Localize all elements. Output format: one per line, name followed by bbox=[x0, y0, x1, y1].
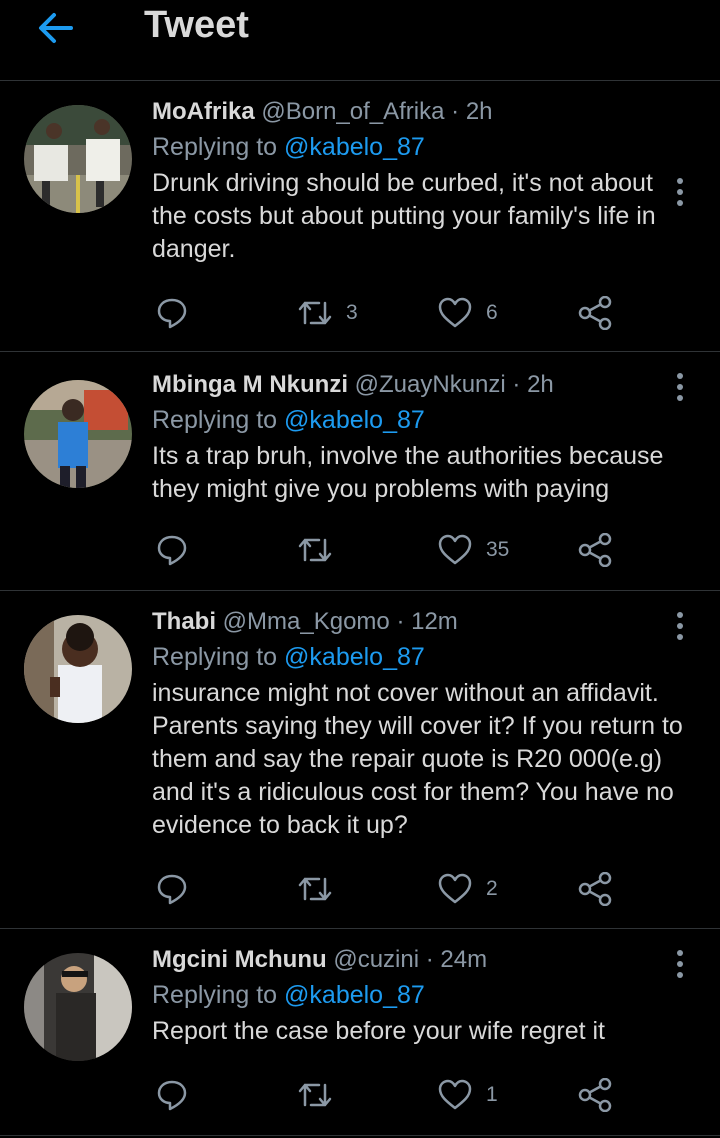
retweet-count: 3 bbox=[346, 301, 358, 324]
timestamp: 12m bbox=[411, 608, 458, 635]
more-vertical-icon bbox=[677, 612, 683, 640]
retweet-icon bbox=[298, 1083, 332, 1107]
retweet-button[interactable]: 3 bbox=[298, 293, 358, 333]
back-arrow-icon bbox=[39, 13, 73, 43]
like-icon bbox=[438, 534, 472, 565]
more-options-button[interactable] bbox=[670, 949, 690, 979]
top-bar: Tweet bbox=[0, 0, 720, 81]
replying-to-link[interactable]: @kabelo_87 bbox=[284, 981, 425, 1009]
more-vertical-icon bbox=[677, 950, 683, 978]
share-icon bbox=[578, 1078, 612, 1112]
replying-prefix: Replying to bbox=[152, 133, 285, 161]
like-count: 35 bbox=[486, 538, 510, 561]
user-handle[interactable]: @Mma_Kgomo bbox=[223, 608, 390, 635]
reply-tweet[interactable]: Mgcini Mchunu @cuzini · 24m Replying to … bbox=[0, 929, 720, 1136]
separator: · bbox=[451, 98, 460, 125]
retweet-icon bbox=[298, 301, 332, 325]
reply-button[interactable] bbox=[156, 293, 188, 333]
share-button[interactable] bbox=[578, 1075, 612, 1115]
avatar[interactable] bbox=[24, 953, 132, 1061]
reply-icon bbox=[157, 298, 187, 329]
timestamp: 24m bbox=[440, 946, 488, 973]
replying-to-link[interactable]: @kabelo_87 bbox=[284, 406, 425, 434]
reply-tweet[interactable]: Mbinga M Nkunzi @ZuayNkunzi · 2h Replyin… bbox=[0, 352, 720, 591]
user-handle[interactable]: @cuzini bbox=[333, 946, 419, 973]
like-count: 1 bbox=[486, 1083, 498, 1106]
more-options-button[interactable] bbox=[670, 372, 690, 402]
tweet-text: Drunk driving should be curbed, it's not… bbox=[152, 169, 656, 263]
share-button[interactable] bbox=[578, 293, 612, 333]
retweet-icon bbox=[298, 538, 332, 562]
user-handle[interactable]: @Born_of_Afrika bbox=[261, 98, 444, 125]
tweet-text: insurance might not cover without an aff… bbox=[152, 679, 683, 839]
display-name[interactable]: MoAfrika bbox=[152, 98, 255, 125]
reply-tweet[interactable]: Thabi @Mma_Kgomo · 12m Replying to @kabe… bbox=[0, 591, 720, 929]
reply-button[interactable] bbox=[156, 869, 188, 909]
separator: · bbox=[425, 946, 434, 973]
avatar[interactable] bbox=[24, 380, 132, 488]
timestamp: 2h bbox=[465, 98, 493, 125]
retweet-button[interactable] bbox=[298, 1075, 346, 1115]
reply-icon bbox=[157, 1080, 187, 1111]
like-icon bbox=[438, 873, 472, 904]
retweet-icon bbox=[298, 877, 332, 901]
share-button[interactable] bbox=[578, 530, 612, 570]
replying-prefix: Replying to bbox=[152, 981, 285, 1009]
replying-to-link[interactable]: @kabelo_87 bbox=[284, 133, 425, 161]
more-vertical-icon bbox=[677, 373, 683, 401]
more-vertical-icon bbox=[677, 178, 683, 206]
avatar[interactable] bbox=[24, 615, 132, 723]
tweet-text: Its a trap bruh, involve the authorities… bbox=[152, 442, 664, 503]
like-button[interactable]: 2 bbox=[438, 869, 498, 909]
back-button[interactable] bbox=[36, 8, 76, 48]
replying-prefix: Replying to bbox=[152, 406, 285, 434]
share-icon bbox=[578, 872, 612, 906]
separator: · bbox=[396, 608, 405, 635]
share-icon bbox=[578, 296, 612, 330]
like-count: 6 bbox=[486, 301, 498, 324]
retweet-button[interactable] bbox=[298, 530, 346, 570]
display-name[interactable]: Mgcini Mchunu bbox=[152, 946, 327, 973]
like-count: 2 bbox=[486, 877, 498, 900]
share-button[interactable] bbox=[578, 869, 612, 909]
retweet-button[interactable] bbox=[298, 869, 346, 909]
user-handle[interactable]: @ZuayNkunzi bbox=[355, 371, 506, 398]
display-name[interactable]: Thabi bbox=[152, 608, 216, 635]
reply-icon bbox=[157, 535, 187, 566]
tweet-text: Report the case before your wife regret … bbox=[152, 1017, 606, 1045]
share-icon bbox=[578, 533, 612, 567]
like-icon bbox=[438, 1079, 472, 1110]
replying-prefix: Replying to bbox=[152, 643, 285, 671]
like-button[interactable]: 1 bbox=[438, 1075, 498, 1115]
like-icon bbox=[438, 297, 472, 328]
like-button[interactable]: 6 bbox=[438, 293, 498, 333]
avatar[interactable] bbox=[24, 105, 132, 213]
replying-to-link[interactable]: @kabelo_87 bbox=[284, 643, 425, 671]
page-title: Tweet bbox=[144, 4, 249, 46]
reply-tweet[interactable]: MoAfrika @Born_of_Afrika · 2h Replying t… bbox=[0, 81, 720, 352]
reply-button[interactable] bbox=[156, 530, 188, 570]
reply-button[interactable] bbox=[156, 1075, 188, 1115]
separator: · bbox=[512, 371, 521, 398]
like-button[interactable]: 35 bbox=[438, 530, 509, 570]
more-options-button[interactable] bbox=[670, 177, 690, 207]
timestamp: 2h bbox=[527, 371, 554, 398]
more-options-button[interactable] bbox=[670, 611, 690, 641]
reply-icon bbox=[157, 874, 187, 905]
display-name[interactable]: Mbinga M Nkunzi bbox=[152, 371, 348, 398]
